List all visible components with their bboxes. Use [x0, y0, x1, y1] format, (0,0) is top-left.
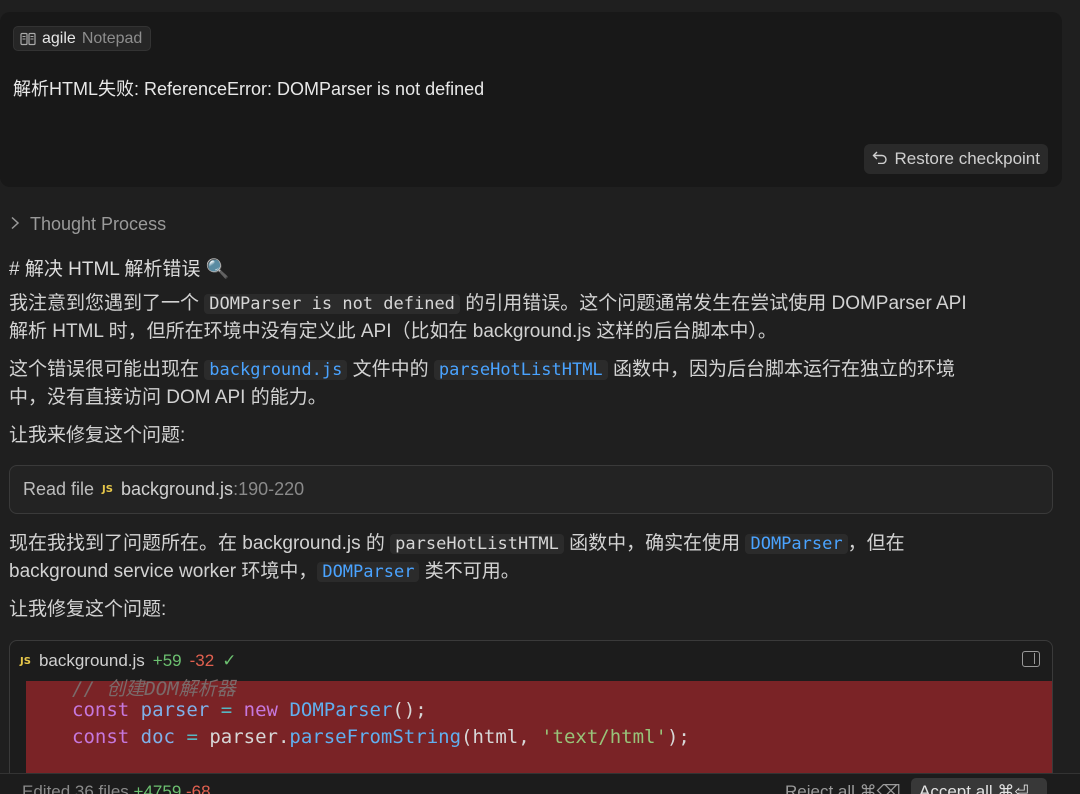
user-message-text: 解析HTML失败: ReferenceError: DOMParser is n…: [13, 79, 485, 99]
symbol-link-parseHotListHTML[interactable]: parseHotListHTML: [433, 360, 608, 380]
text: ，但在: [847, 533, 905, 554]
paragraph-5: 让我修复这个问题:: [9, 599, 167, 620]
paragraph-3: 让我来修复这个问题:: [9, 425, 186, 446]
inline-code: DOMParser is not defined: [204, 294, 460, 314]
paragraph-4: 现在我找到了问题所在。在 background.js 的 parseHotLis…: [9, 530, 1059, 586]
thought-process-toggle[interactable]: Thought Process: [10, 214, 166, 235]
text: 这个错误很可能出现在: [9, 359, 205, 380]
lines-added: +59: [152, 651, 182, 670]
token: =: [186, 726, 198, 748]
read-file-range: :190-220: [233, 479, 305, 499]
paragraph-1: 我注意到您遇到了一个 DOMParser is not defined 的引用错…: [9, 290, 1059, 346]
user-message-card: agile Notepad 解析HTML失败: ReferenceError: …: [0, 12, 1062, 187]
text: 类不可用。: [419, 561, 520, 582]
open-panel-icon[interactable]: [1022, 651, 1040, 667]
token: ();: [392, 699, 427, 721]
file-link-background-js[interactable]: background.js: [204, 360, 348, 380]
accept-all-button[interactable]: Accept all ⌘⏎: [911, 778, 1047, 794]
js-file-icon: JS: [102, 484, 113, 495]
check-icon: ✓: [222, 651, 237, 670]
read-file-label: Read file: [23, 479, 95, 499]
read-file-name: background.js: [120, 479, 234, 499]
undo-icon: [872, 149, 888, 169]
token: parseFromString: [289, 726, 462, 748]
token: 'text/html': [541, 726, 667, 748]
token: );: [666, 726, 690, 748]
read-file-card[interactable]: Read file JS background.js:190-220: [9, 465, 1053, 514]
text: 现在我找到了问题所在。在 background.js 的: [9, 533, 391, 554]
edited-files-label: Edited 36 files: [22, 782, 129, 794]
context-chip-name: agile: [42, 29, 76, 47]
edits-summary-bar: Edited 36 files +4759 -68 Reject all ⌘⌫ …: [0, 773, 1080, 794]
chevron-right-icon: [10, 214, 20, 235]
total-removed: -68: [186, 782, 211, 794]
text: background service worker 环境中，: [9, 561, 318, 582]
code-line: // 创建DOM解析器: [72, 674, 236, 701]
token: DOMParser: [289, 699, 393, 721]
symbol-link-DOMParser[interactable]: DOMParser: [317, 562, 420, 582]
thought-process-label: Thought Process: [30, 214, 167, 234]
notebook-icon: [20, 32, 36, 46]
token: parser.: [209, 726, 290, 748]
restore-checkpoint-label: Restore checkpoint: [894, 149, 1040, 168]
paragraph-2: 这个错误很可能出现在 background.js 文件中的 parseHotLi…: [9, 356, 1059, 412]
symbol-link-DOMParser[interactable]: DOMParser: [745, 534, 848, 554]
code-diff-card: JS background.js +59 -32 ✓ // 创建DOM解析器 c…: [9, 640, 1053, 794]
text: 我注意到您遇到了一个: [9, 293, 205, 314]
js-file-icon: JS: [20, 655, 31, 667]
inline-code: parseHotListHTML: [390, 534, 564, 554]
restore-checkpoint-button[interactable]: Restore checkpoint: [864, 144, 1048, 174]
code-line: const parser = new DOMParser();: [72, 699, 427, 721]
code-comment: // 创建DOM解析器: [72, 678, 236, 700]
reject-all-button[interactable]: Reject all ⌘⌫: [785, 782, 901, 794]
edited-files-toggle[interactable]: Edited 36 files +4759 -68: [22, 782, 211, 794]
text: 解析 HTML 时，但所在环境中没有定义此 API（比如在 background…: [9, 321, 777, 342]
response-heading: # 解决 HTML 解析错误 🔍: [9, 259, 230, 280]
text: 函数中，确实在使用: [563, 533, 746, 554]
token: (html,: [461, 726, 542, 748]
context-chip-kind: Notepad: [81, 29, 143, 47]
text: 中，没有直接访问 DOM API 的能力。: [9, 387, 327, 408]
lines-removed: -32: [189, 651, 215, 670]
context-chip[interactable]: agile Notepad: [13, 26, 152, 51]
code-line: const doc = parser.parseFromString(html,…: [72, 726, 690, 748]
text: 文件中的: [347, 359, 434, 380]
text: 函数中，因为后台脚本运行在独立的环境: [607, 359, 955, 380]
token: new: [243, 699, 278, 721]
token: =: [220, 699, 233, 721]
diff-file-name: background.js: [38, 651, 145, 670]
total-added: +4759: [133, 782, 182, 794]
text: 的引用错误。这个问题通常发生在尝试使用 DOMParser API: [459, 293, 967, 314]
token: doc: [140, 726, 175, 748]
token: parser: [140, 699, 210, 721]
token: const: [72, 699, 130, 721]
token: const: [72, 726, 130, 748]
